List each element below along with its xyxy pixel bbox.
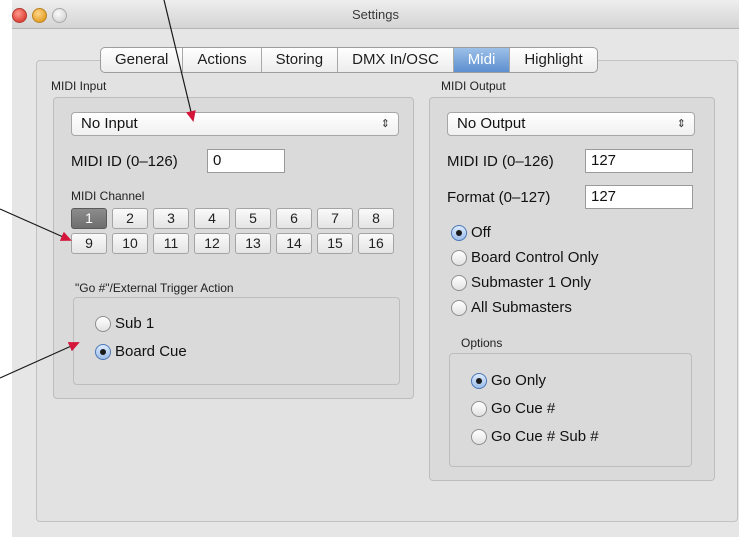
annotation-arrows [0,0,196,379]
arrow-to-trigger-action [0,342,80,379]
arrow-to-midi-input-select [163,0,196,122]
arrow-to-midi-channels [0,208,72,241]
